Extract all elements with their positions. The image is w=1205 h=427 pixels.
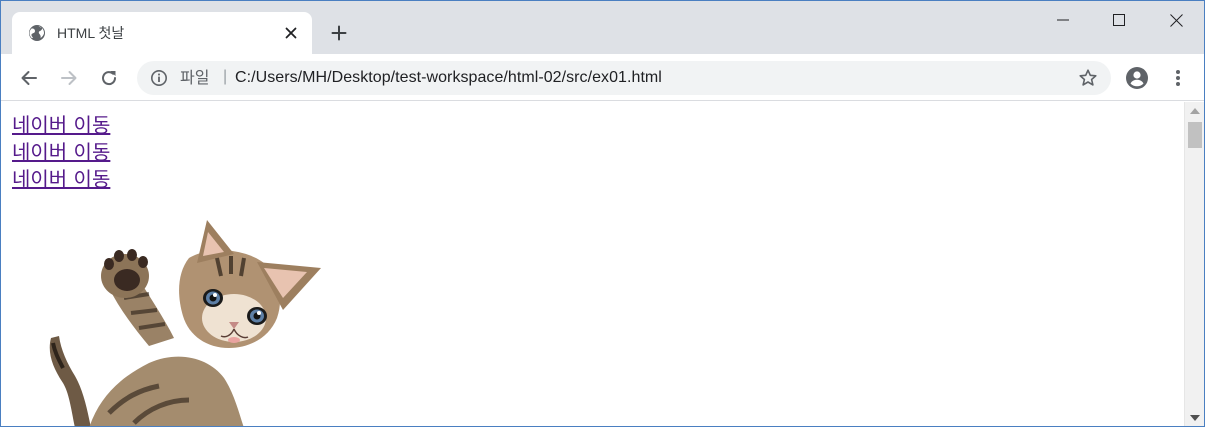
maximize-icon bbox=[1113, 14, 1125, 26]
scrollbar-thumb[interactable] bbox=[1188, 122, 1202, 148]
globe-icon bbox=[29, 25, 45, 41]
close-window-button[interactable] bbox=[1148, 1, 1204, 39]
naver-link-1[interactable]: 네이버 이동 bbox=[12, 112, 110, 139]
back-button[interactable] bbox=[15, 64, 43, 92]
close-window-icon bbox=[1169, 13, 1183, 27]
scheme-label: 파일 bbox=[180, 68, 210, 87]
menu-button[interactable] bbox=[1164, 64, 1192, 92]
scroll-up-arrow-icon[interactable] bbox=[1190, 108, 1200, 114]
kitten-image bbox=[49, 220, 321, 426]
naver-link-3[interactable]: 네이버 이동 bbox=[12, 166, 110, 193]
forward-button[interactable] bbox=[55, 64, 83, 92]
reload-button[interactable] bbox=[95, 64, 123, 92]
close-icon[interactable] bbox=[282, 24, 300, 42]
naver-link-2[interactable]: 네이버 이동 bbox=[12, 139, 110, 166]
link-list: 네이버 이동 네이버 이동 네이버 이동 bbox=[12, 112, 110, 193]
arrow-right-icon bbox=[61, 71, 77, 85]
page-content: 네이버 이동 네이버 이동 네이버 이동 bbox=[1, 102, 1184, 426]
new-tab-button[interactable] bbox=[327, 21, 351, 45]
minimize-icon bbox=[1057, 19, 1069, 21]
url-text[interactable]: C:/Users/MH/Desktop/test-workspace/html-… bbox=[235, 69, 662, 87]
account-icon bbox=[1126, 67, 1148, 89]
arrow-left-icon bbox=[21, 71, 37, 85]
scroll-down-arrow-icon[interactable] bbox=[1190, 415, 1200, 421]
profile-button[interactable] bbox=[1123, 64, 1151, 92]
minimize-button[interactable] bbox=[1035, 1, 1091, 39]
kebab-menu-icon bbox=[1176, 70, 1180, 86]
star-icon[interactable] bbox=[1078, 68, 1098, 88]
info-icon[interactable] bbox=[150, 69, 168, 87]
address-bar[interactable]: 파일 | C:/Users/MH/Desktop/test-workspace/… bbox=[137, 61, 1111, 95]
browser-window: HTML 첫날 파일 | C:/Users/MH/Desktop/test-wo… bbox=[0, 0, 1205, 427]
scheme-separator: | bbox=[223, 68, 228, 85]
tab-strip: HTML 첫날 bbox=[1, 1, 1204, 54]
plus-icon bbox=[331, 25, 347, 41]
vertical-scrollbar[interactable] bbox=[1184, 102, 1204, 426]
tab-title: HTML 첫날 bbox=[57, 25, 125, 41]
reload-icon bbox=[102, 71, 117, 86]
toolbar: 파일 | C:/Users/MH/Desktop/test-workspace/… bbox=[1, 54, 1204, 101]
maximize-button[interactable] bbox=[1091, 1, 1147, 39]
tab-active[interactable]: HTML 첫날 bbox=[12, 12, 312, 54]
